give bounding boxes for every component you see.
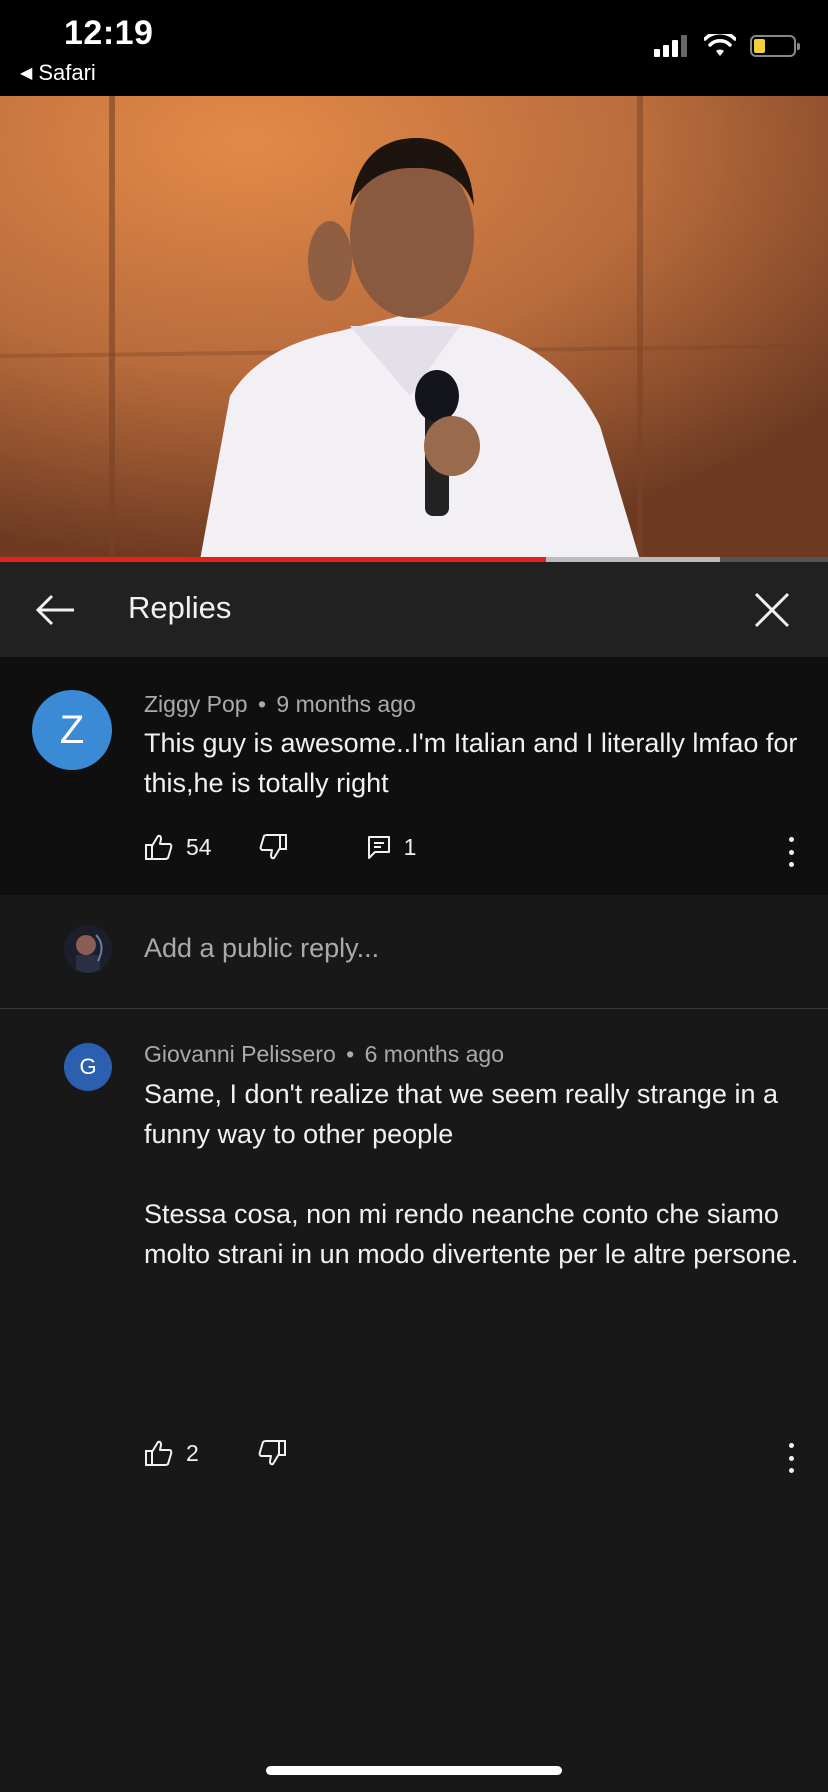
like-count: 2 — [186, 1439, 199, 1466]
like-button[interactable]: 2 — [144, 1439, 199, 1467]
like-button[interactable]: 54 — [144, 833, 212, 861]
replies-header: Replies — [0, 562, 828, 657]
home-indicator[interactable] — [266, 1766, 562, 1775]
comment-time: 9 months ago — [276, 691, 416, 717]
wifi-icon — [704, 34, 736, 56]
comment-icon — [367, 836, 390, 859]
avatar[interactable]: Z — [32, 690, 112, 770]
user-avatar-image — [64, 925, 112, 973]
signal-icon — [654, 35, 687, 57]
reply-count: 1 — [403, 833, 417, 860]
reply-input[interactable]: Add a public reply... — [144, 933, 379, 964]
comment-actions: 54 1 — [144, 833, 416, 861]
comment-author[interactable]: Ziggy Pop — [144, 691, 248, 717]
status-time: 12:19 — [64, 14, 154, 52]
meta-separator: • — [257, 691, 267, 717]
dislike-button[interactable] — [258, 833, 288, 861]
comment-author[interactable]: Giovanni Pelissero — [144, 1041, 336, 1067]
thumbs-down-icon — [258, 1440, 286, 1466]
thumbs-up-icon — [145, 834, 173, 860]
like-count: 54 — [186, 833, 212, 860]
battery-icon — [750, 35, 800, 57]
reply-comment: G Giovanni Pelissero • 6 months ago Same… — [0, 1009, 828, 1489]
video-frame — [0, 96, 828, 560]
arrow-left-icon[interactable] — [34, 588, 78, 632]
parent-comment: Z Ziggy Pop • 9 months ago This guy is a… — [0, 657, 828, 895]
panel-title: Replies — [128, 590, 232, 625]
comment-time: 6 months ago — [364, 1041, 504, 1067]
comment-text: This guy is awesome..I'm Italian and I l… — [144, 728, 805, 798]
back-to-safari-button[interactable]: ◀ Safari — [20, 60, 96, 86]
battery-level — [754, 39, 765, 53]
meta-separator: • — [346, 1041, 355, 1067]
more-vert-icon[interactable] — [786, 1443, 796, 1473]
comment-actions: 2 — [144, 1439, 287, 1467]
comment-meta: Ziggy Pop • 9 months ago — [144, 691, 416, 718]
reply-button[interactable]: 1 — [366, 833, 417, 861]
comment-meta: Giovanni Pelissero • 6 months ago — [144, 1041, 504, 1068]
thumbs-up-icon — [145, 1440, 173, 1466]
avatar — [64, 925, 112, 973]
video-player[interactable] — [0, 96, 828, 560]
add-reply-bar[interactable]: Add a public reply... — [0, 895, 828, 1009]
avatar[interactable]: G — [64, 1043, 112, 1091]
dislike-button[interactable] — [257, 1439, 287, 1467]
thumbs-down-icon — [259, 834, 287, 860]
back-app-label: Safari — [38, 60, 96, 85]
comment-text: Same, I don't realize that we seem reall… — [144, 1079, 799, 1269]
back-triangle-icon: ◀ — [20, 65, 33, 82]
more-vert-icon[interactable] — [786, 837, 796, 867]
status-bar: 12:19 ◀ Safari — [0, 0, 828, 96]
status-icons — [654, 34, 800, 58]
close-icon[interactable] — [750, 588, 794, 632]
